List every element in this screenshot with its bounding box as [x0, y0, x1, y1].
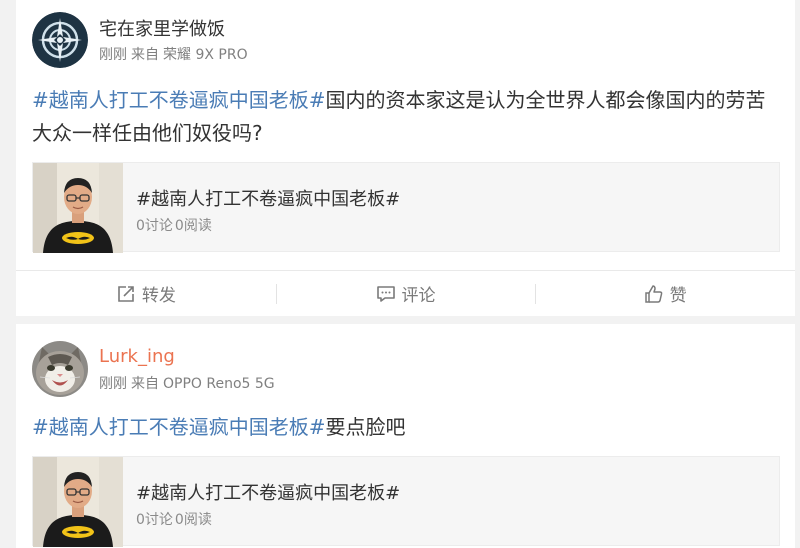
- user-avatar[interactable]: [32, 341, 88, 397]
- post-actions: 转发 评论 赞: [16, 270, 795, 316]
- comment-label: 评论: [401, 286, 436, 306]
- cat-icon: [32, 341, 88, 397]
- weibo-feed: 宅在家里学做饭 刚刚 来自 荣耀 9X PRO #越南人打工不卷逼疯中国老板#国内的…: [0, 0, 800, 548]
- man-photo-icon: [33, 163, 123, 253]
- source-device[interactable]: OPPO Reno5 5G: [163, 376, 275, 392]
- topic-stats: 0讨论 0阅读: [136, 509, 212, 529]
- like-label: 赞: [669, 286, 687, 306]
- discussion-count: 0讨论: [136, 218, 173, 234]
- discussion-count: 0讨论: [136, 512, 173, 528]
- man-photo-icon: [33, 457, 123, 547]
- repost-button[interactable]: 转发: [16, 282, 276, 306]
- source-label: 来自: [131, 47, 159, 63]
- comment-icon: [376, 285, 395, 302]
- post-card: 宅在家里学做饭 刚刚 来自 荣耀 9X PRO #越南人打工不卷逼疯中国老板#国内的…: [16, 0, 795, 316]
- source-device[interactable]: 荣耀 9X PRO: [163, 47, 248, 63]
- post-meta: 刚刚 来自 OPPO Reno5 5G: [99, 373, 275, 393]
- source-label: 来自: [131, 376, 159, 392]
- topic-thumbnail: [33, 457, 123, 547]
- post-time[interactable]: 刚刚: [99, 376, 127, 392]
- repost-label: 转发: [141, 286, 176, 306]
- username[interactable]: Lurk_ing: [99, 346, 175, 367]
- topic-title: #越南人打工不卷逼疯中国老板#: [136, 483, 401, 504]
- post-text: #越南人打工不卷逼疯中国老板#要点脸吧: [32, 411, 780, 444]
- compass-logo-icon: [32, 12, 88, 68]
- comment-button[interactable]: 评论: [275, 282, 536, 306]
- repost-icon: [118, 285, 134, 302]
- post-meta: 刚刚 来自 荣耀 9X PRO: [99, 44, 248, 64]
- post-time[interactable]: 刚刚: [99, 47, 127, 63]
- post-card: Lurk_ing 刚刚 来自 OPPO Reno5 5G #越南人打工不卷逼疯中国老…: [16, 324, 795, 548]
- topic-card[interactable]: #越南人打工不卷逼疯中国老板# 0讨论 0阅读: [32, 162, 780, 253]
- topic-thumbnail: [33, 163, 123, 253]
- thumbs-up-icon: [644, 284, 663, 303]
- hashtag-link[interactable]: #越南人打工不卷逼疯中国老板#: [32, 415, 326, 439]
- like-button[interactable]: 赞: [535, 282, 795, 306]
- username[interactable]: 宅在家里学做饭: [99, 15, 225, 41]
- topic-card[interactable]: #越南人打工不卷逼疯中国老板# 0讨论 0阅读: [32, 456, 780, 547]
- topic-title: #越南人打工不卷逼疯中国老板#: [136, 189, 401, 210]
- post-body: 要点脸吧: [325, 415, 406, 439]
- user-avatar[interactable]: [32, 12, 88, 68]
- hashtag-link[interactable]: #越南人打工不卷逼疯中国老板#: [32, 88, 326, 112]
- read-count: 0阅读: [174, 512, 212, 528]
- post-text: #越南人打工不卷逼疯中国老板#国内的资本家这是认为全世界人都会像国内的劳苦大众一…: [32, 84, 780, 150]
- read-count: 0阅读: [174, 218, 212, 234]
- topic-stats: 0讨论 0阅读: [136, 215, 212, 235]
